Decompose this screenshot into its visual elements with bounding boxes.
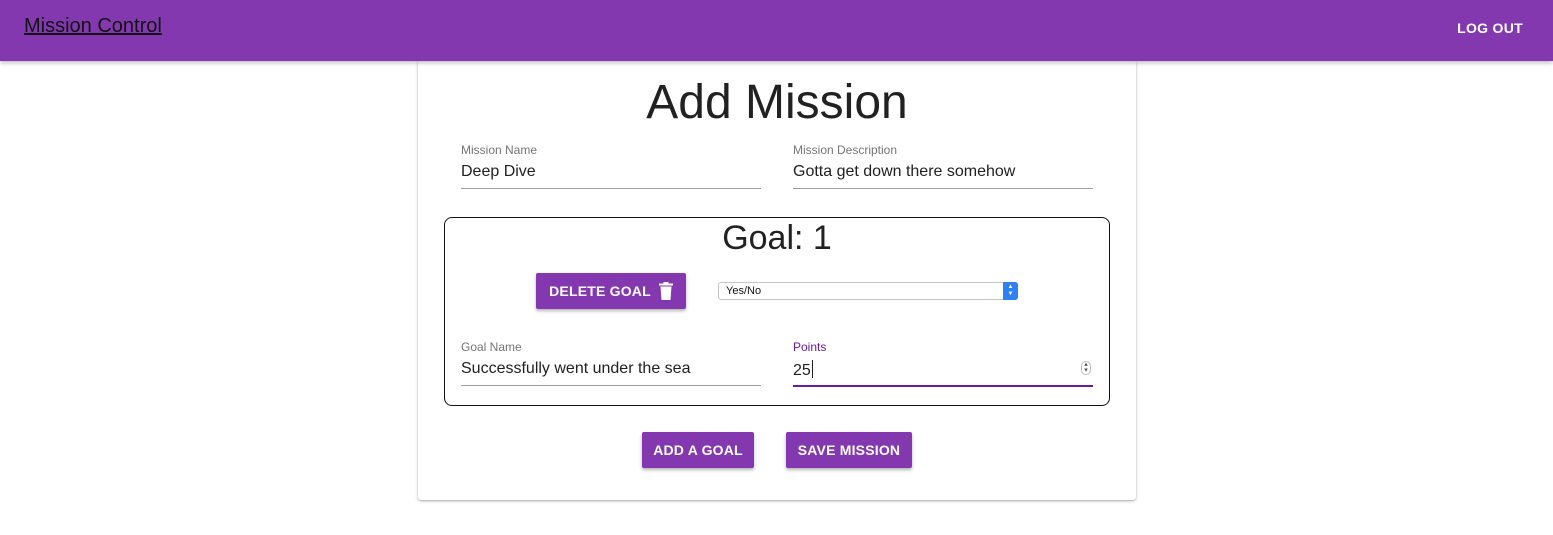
goal-name-label: Goal Name [461,340,522,354]
add-mission-card: Add Mission Mission Name Deep Dive Missi… [418,60,1136,500]
logout-button[interactable]: LOG OUT [1457,20,1523,36]
app-title-link[interactable]: Mission Control [24,15,162,38]
goal-type-selected: Yes/No [726,285,762,297]
goal-name-input[interactable]: Successfully went under the sea [461,360,690,378]
add-goal-button[interactable]: ADD A GOAL [642,432,754,468]
points-input[interactable]: 25 [793,362,811,379]
mission-name-underline [461,188,761,189]
number-spinner-icon[interactable]: ▴ ▾ [1081,361,1091,375]
app-bar: Mission Control LOG OUT [0,0,1553,61]
delete-goal-button[interactable]: DELETE GOAL [536,273,686,309]
mission-description-underline [793,188,1093,189]
points-field[interactable]: Points 25 ▴ ▾ [793,340,1093,388]
text-caret [811,360,813,378]
page-title: Add Mission [646,76,908,129]
goal-title: Goal: 1 [722,219,832,257]
select-arrows-icon: ▲ ▼ [1003,282,1018,300]
points-input-wrap[interactable]: 25 [793,360,813,380]
mission-description-label: Mission Description [793,143,898,157]
delete-goal-label: DELETE GOAL [549,283,651,299]
goal-name-field[interactable]: Goal Name Successfully went under the se… [461,340,761,388]
goal-type-select[interactable]: Yes/No ▲ ▼ [718,282,1018,300]
mission-name-input[interactable]: Deep Dive [461,163,536,181]
points-label: Points [793,340,827,354]
goal-card: Goal: 1 DELETE GOAL Yes/No ▲ ▼ Goal Name … [444,217,1110,406]
goal-name-underline [461,385,761,386]
save-mission-button[interactable]: SAVE MISSION [786,432,912,468]
points-underline [793,385,1093,387]
mission-name-label: Mission Name [461,143,538,157]
trash-icon [658,282,673,300]
mission-description-input[interactable]: Gotta get down there somehow [793,163,1015,181]
mission-name-field[interactable]: Mission Name Deep Dive [461,143,761,191]
mission-description-field[interactable]: Mission Description Gotta get down there… [793,143,1093,191]
